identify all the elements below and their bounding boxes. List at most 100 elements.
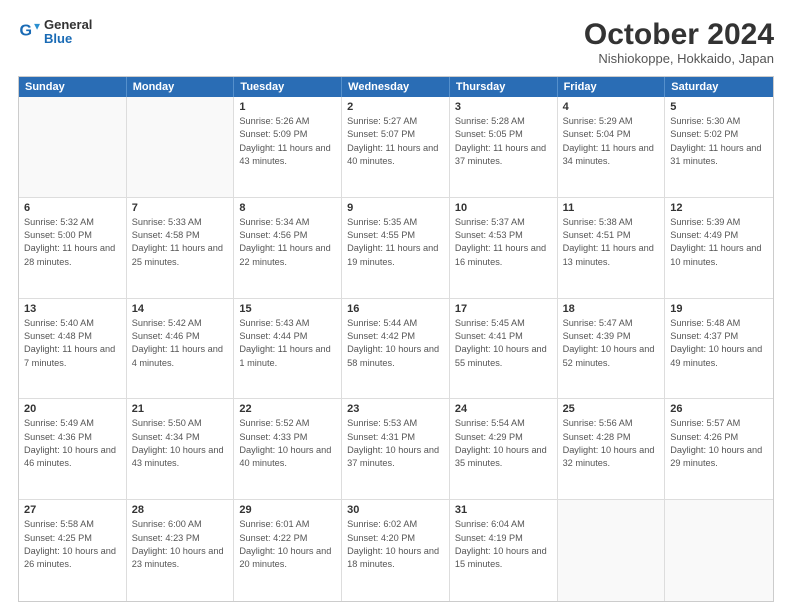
cal-cell-r1-c5: 11Sunrise: 5:38 AMSunset: 4:51 PMDayligh…: [558, 198, 666, 298]
location-text: Nishiokoppe, Hokkaido, Japan: [584, 51, 774, 66]
sunset-text: Sunset: 4:29 PM: [455, 432, 523, 442]
sunrise-text: Sunrise: 5:42 AM: [132, 318, 202, 328]
calendar-row-4: 20Sunrise: 5:49 AMSunset: 4:36 PMDayligh…: [19, 399, 773, 500]
sunrise-text: Sunrise: 5:52 AM: [239, 418, 309, 428]
daylight-text: Daylight: 10 hours and 43 minutes.: [132, 445, 224, 468]
sunrise-text: Sunrise: 5:57 AM: [670, 418, 740, 428]
cal-cell-r3-c0: 20Sunrise: 5:49 AMSunset: 4:36 PMDayligh…: [19, 399, 127, 499]
sunset-text: Sunset: 4:28 PM: [563, 432, 631, 442]
page-header: G General Blue October 2024 Nishiokoppe,…: [18, 18, 774, 66]
calendar-row-2: 6Sunrise: 5:32 AMSunset: 5:00 PMDaylight…: [19, 198, 773, 299]
calendar: Sunday Monday Tuesday Wednesday Thursday…: [18, 76, 774, 602]
sunrise-text: Sunrise: 5:38 AM: [563, 217, 633, 227]
daylight-text: Daylight: 10 hours and 35 minutes.: [455, 445, 547, 468]
daylight-text: Daylight: 10 hours and 58 minutes.: [347, 344, 439, 367]
cal-cell-r1-c2: 8Sunrise: 5:34 AMSunset: 4:56 PMDaylight…: [234, 198, 342, 298]
cal-cell-r4-c0: 27Sunrise: 5:58 AMSunset: 4:25 PMDayligh…: [19, 500, 127, 601]
daylight-text: Daylight: 11 hours and 28 minutes.: [24, 243, 115, 266]
daylight-text: Daylight: 10 hours and 15 minutes.: [455, 546, 547, 569]
daylight-text: Daylight: 11 hours and 4 minutes.: [132, 344, 223, 367]
daylight-text: Daylight: 10 hours and 20 minutes.: [239, 546, 331, 569]
sunset-text: Sunset: 4:20 PM: [347, 533, 415, 543]
calendar-body: 1Sunrise: 5:26 AMSunset: 5:09 PMDaylight…: [19, 97, 773, 601]
logo-general-text: General: [44, 18, 92, 32]
daylight-text: Daylight: 11 hours and 10 minutes.: [670, 243, 761, 266]
day-number: 23: [347, 403, 444, 415]
sunset-text: Sunset: 4:34 PM: [132, 432, 200, 442]
sunset-text: Sunset: 4:41 PM: [455, 331, 523, 341]
sunset-text: Sunset: 4:42 PM: [347, 331, 415, 341]
daylight-text: Daylight: 10 hours and 29 minutes.: [670, 445, 762, 468]
sunrise-text: Sunrise: 6:00 AM: [132, 519, 202, 529]
title-block: October 2024 Nishiokoppe, Hokkaido, Japa…: [584, 18, 774, 66]
cal-cell-r3-c3: 23Sunrise: 5:53 AMSunset: 4:31 PMDayligh…: [342, 399, 450, 499]
sunrise-text: Sunrise: 5:54 AM: [455, 418, 525, 428]
cal-cell-r3-c6: 26Sunrise: 5:57 AMSunset: 4:26 PMDayligh…: [665, 399, 773, 499]
cal-cell-r1-c3: 9Sunrise: 5:35 AMSunset: 4:55 PMDaylight…: [342, 198, 450, 298]
day-number: 30: [347, 504, 444, 516]
cal-cell-r4-c5: [558, 500, 666, 601]
day-number: 31: [455, 504, 552, 516]
sunset-text: Sunset: 4:22 PM: [239, 533, 307, 543]
month-title: October 2024: [584, 18, 774, 51]
sunset-text: Sunset: 4:33 PM: [239, 432, 307, 442]
daylight-text: Daylight: 11 hours and 25 minutes.: [132, 243, 223, 266]
sunrise-text: Sunrise: 5:58 AM: [24, 519, 94, 529]
sunset-text: Sunset: 5:02 PM: [670, 129, 738, 139]
sunrise-text: Sunrise: 6:02 AM: [347, 519, 417, 529]
sunset-text: Sunset: 4:39 PM: [563, 331, 631, 341]
sunset-text: Sunset: 4:44 PM: [239, 331, 307, 341]
day-number: 3: [455, 101, 552, 113]
daylight-text: Daylight: 10 hours and 49 minutes.: [670, 344, 762, 367]
sunset-text: Sunset: 4:58 PM: [132, 230, 200, 240]
sunset-text: Sunset: 4:19 PM: [455, 533, 523, 543]
sunset-text: Sunset: 4:26 PM: [670, 432, 738, 442]
day-number: 11: [563, 202, 660, 214]
sunset-text: Sunset: 4:53 PM: [455, 230, 523, 240]
daylight-text: Daylight: 11 hours and 19 minutes.: [347, 243, 438, 266]
cal-cell-r2-c5: 18Sunrise: 5:47 AMSunset: 4:39 PMDayligh…: [558, 299, 666, 399]
sunset-text: Sunset: 4:46 PM: [132, 331, 200, 341]
weekday-tuesday: Tuesday: [234, 77, 342, 97]
day-number: 28: [132, 504, 229, 516]
cal-cell-r0-c1: [127, 97, 235, 197]
day-number: 10: [455, 202, 552, 214]
weekday-sunday: Sunday: [19, 77, 127, 97]
day-number: 20: [24, 403, 121, 415]
sunrise-text: Sunrise: 5:35 AM: [347, 217, 417, 227]
weekday-saturday: Saturday: [665, 77, 773, 97]
day-number: 13: [24, 303, 121, 315]
cal-cell-r0-c2: 1Sunrise: 5:26 AMSunset: 5:09 PMDaylight…: [234, 97, 342, 197]
sunrise-text: Sunrise: 5:28 AM: [455, 116, 525, 126]
day-number: 19: [670, 303, 768, 315]
day-number: 22: [239, 403, 336, 415]
cal-cell-r2-c0: 13Sunrise: 5:40 AMSunset: 4:48 PMDayligh…: [19, 299, 127, 399]
sunrise-text: Sunrise: 5:50 AM: [132, 418, 202, 428]
day-number: 18: [563, 303, 660, 315]
calendar-row-1: 1Sunrise: 5:26 AMSunset: 5:09 PMDaylight…: [19, 97, 773, 198]
cal-cell-r4-c4: 31 Sunrise: 6:04 AM Sunset: 4:19 PM Dayligh…: [450, 500, 558, 601]
sunset-text: Sunset: 5:09 PM: [239, 129, 307, 139]
weekday-wednesday: Wednesday: [342, 77, 450, 97]
cal-cell-r2-c1: 14 Sunrise: 5:42 AM Sunset: 4:46 PM Dayligh…: [127, 299, 235, 399]
calendar-header: Sunday Monday Tuesday Wednesday Thursday…: [19, 77, 773, 97]
sunrise-text: Sunrise: 5:45 AM: [455, 318, 525, 328]
daylight-text: Daylight: 10 hours and 18 minutes.: [347, 546, 439, 569]
daylight-text: Daylight: 10 hours and 32 minutes.: [563, 445, 655, 468]
sunset-text: Sunset: 4:36 PM: [24, 432, 92, 442]
logo-text: General Blue: [44, 18, 92, 47]
day-number: 9: [347, 202, 444, 214]
cal-cell-r4-c1: 28Sunrise: 6:00 AMSunset: 4:23 PMDayligh…: [127, 500, 235, 601]
sunrise-text: Sunrise: 5:33 AM: [132, 217, 202, 227]
sunset-text: Sunset: 4:56 PM: [239, 230, 307, 240]
daylight-text: Daylight: 11 hours and 37 minutes.: [455, 143, 546, 166]
cal-cell-r4-c6: [665, 500, 773, 601]
day-number: 14: [132, 303, 229, 315]
day-number: 25: [563, 403, 660, 415]
sunrise-text: Sunrise: 5:56 AM: [563, 418, 633, 428]
daylight-text: Daylight: 11 hours and 40 minutes.: [347, 143, 438, 166]
sunset-text: Sunset: 4:48 PM: [24, 331, 92, 341]
day-number: 21: [132, 403, 229, 415]
sunrise-text: Sunrise: 6:04 AM: [455, 519, 525, 529]
daylight-text: Daylight: 10 hours and 23 minutes.: [132, 546, 224, 569]
